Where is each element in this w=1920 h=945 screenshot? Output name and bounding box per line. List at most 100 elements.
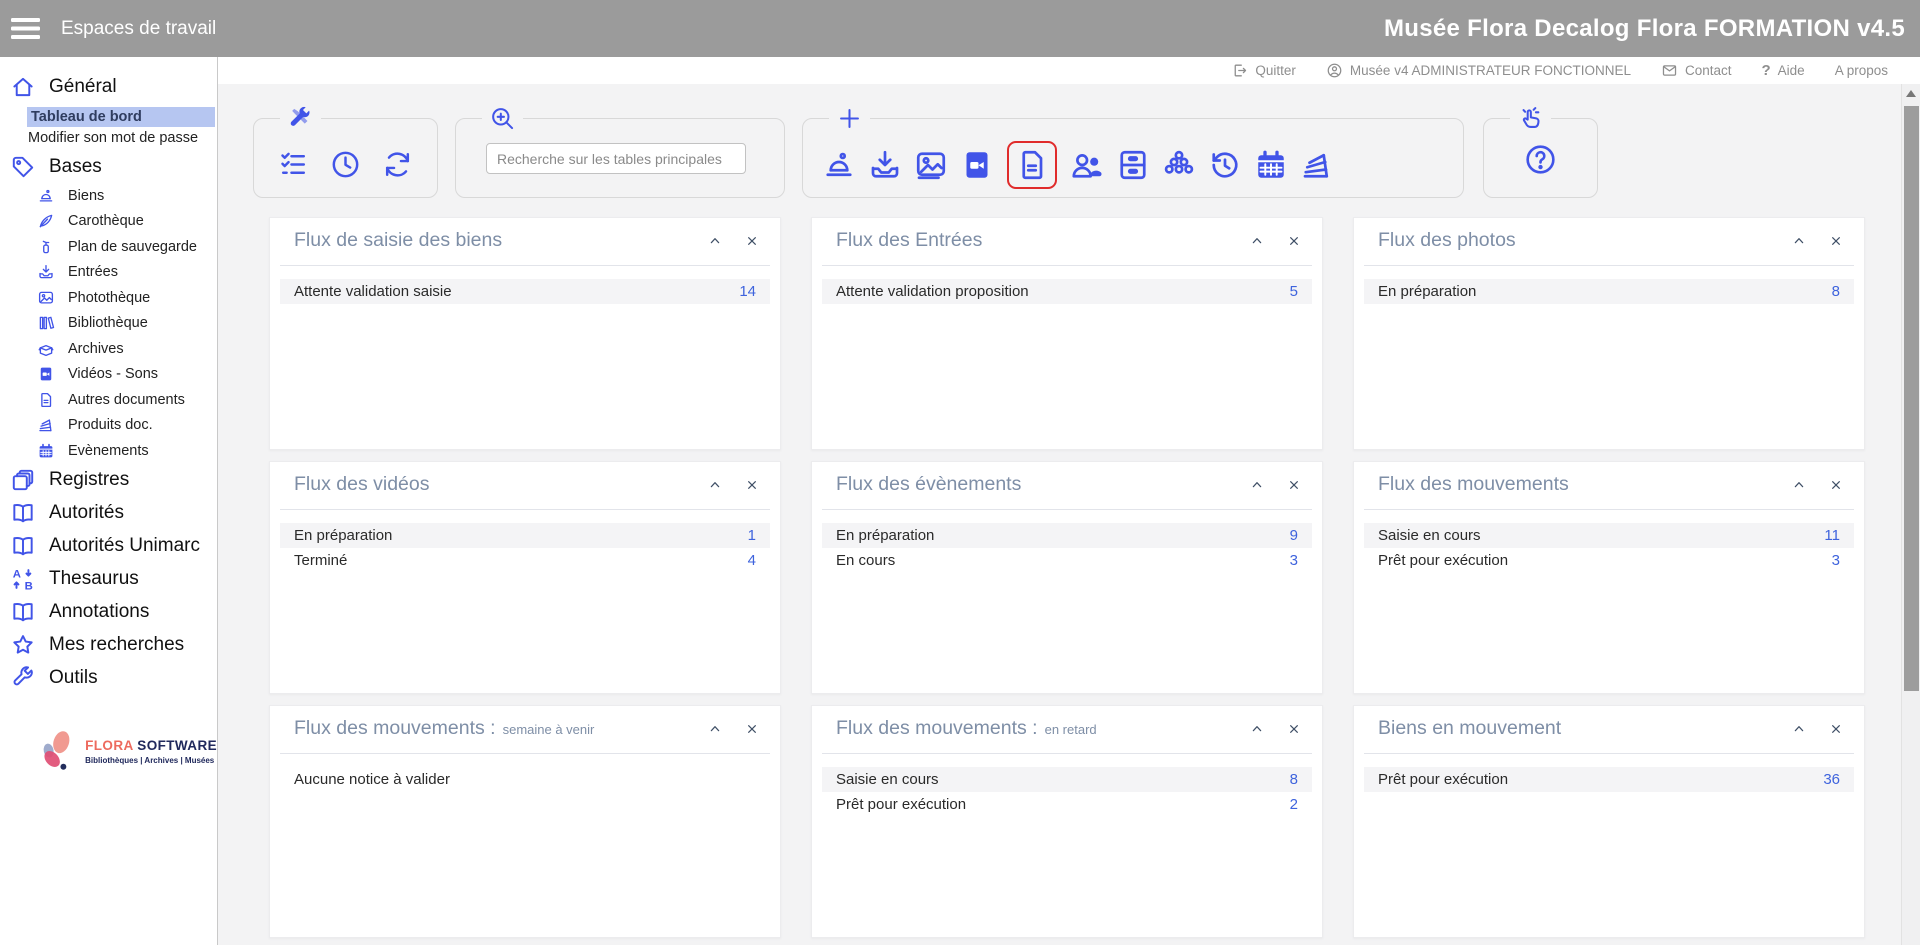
refresh-icon[interactable] (381, 148, 414, 181)
card-row[interactable]: Terminé 4 (280, 548, 770, 573)
clock-icon[interactable] (329, 148, 362, 181)
workspace: Flux de saisie des biens Attente validat… (218, 84, 1901, 945)
card-row[interactable]: Prêt pour exécution 36 (1364, 767, 1854, 792)
help-circle-icon[interactable] (1523, 142, 1558, 177)
sidebar-section-mes-recherches[interactable]: Mes recherches (0, 629, 217, 662)
close-icon[interactable] (744, 233, 760, 249)
card-row[interactable]: Saisie en cours 8 (822, 767, 1312, 792)
contact-link[interactable]: Contact (1661, 62, 1732, 79)
top-bar: Espaces de travail Musée Flora Decalog F… (0, 0, 1920, 57)
help-link[interactable]: ? Aide (1762, 62, 1805, 79)
toolbar-group-create (802, 118, 1464, 198)
checklist-icon[interactable] (277, 148, 310, 181)
card-row[interactable]: En cours 3 (822, 548, 1312, 573)
card-row[interactable]: En préparation 9 (822, 523, 1312, 548)
card-flux-mouvements: Flux des mouvements Saisie en cours 11 P… (1353, 461, 1865, 694)
scrollbar-thumb[interactable] (1904, 106, 1919, 691)
sidebar-section-bases[interactable]: Bases (0, 150, 217, 183)
new-produit-doc-icon[interactable] (1299, 147, 1335, 183)
document-icon (37, 391, 55, 409)
new-entree-icon[interactable] (867, 147, 903, 183)
card-row[interactable]: Prêt pour exécution 3 (1364, 548, 1854, 573)
scroll-up-arrow[interactable] (1906, 90, 1916, 97)
close-icon[interactable] (1286, 721, 1302, 737)
history-icon[interactable] (1207, 147, 1243, 183)
collapse-icon[interactable] (707, 477, 723, 493)
new-thesaurus-cluster-icon[interactable] (1161, 147, 1197, 183)
close-icon[interactable] (744, 477, 760, 493)
row-count[interactable]: 9 (1290, 527, 1298, 544)
sidebar-item-phototheque[interactable]: Photothèque (0, 285, 217, 311)
app-title: Musée Flora Decalog Flora FORMATION v4.5 (1384, 15, 1905, 43)
collapse-icon[interactable] (1791, 233, 1807, 249)
search-input[interactable] (486, 143, 746, 174)
row-count[interactable]: 2 (1290, 796, 1298, 813)
collapse-icon[interactable] (1249, 721, 1265, 737)
sidebar-item-evenements[interactable]: Evènements (0, 438, 217, 464)
card-row[interactable]: Prêt pour exécution 2 (822, 792, 1312, 817)
row-count[interactable]: 4 (748, 552, 756, 569)
sidebar-item-produits-doc[interactable]: Produits doc. (0, 413, 217, 439)
row-count[interactable]: 36 (1823, 771, 1840, 788)
current-user[interactable]: Musée v4 ADMINISTRATEUR FONCTIONNEL (1326, 62, 1631, 79)
flora-dashboard: { "topbar": { "menu_label": "Espaces de … (0, 0, 1920, 945)
new-bien-icon[interactable] (821, 147, 857, 183)
sidebar-section-autorites-unimarc[interactable]: Autorités Unimarc (0, 530, 217, 563)
close-icon[interactable] (1286, 477, 1302, 493)
sidebar-section-thesaurus[interactable]: AB Thesaurus (0, 563, 217, 596)
about-link[interactable]: A propos (1835, 63, 1888, 78)
sidebar-section-annotations[interactable]: Annotations (0, 596, 217, 629)
close-icon[interactable] (1286, 233, 1302, 249)
new-event-calendar-icon[interactable] (1253, 147, 1289, 183)
sidebar-item-modifier-mot-de-passe[interactable]: Modifier son mot de passe (28, 128, 217, 148)
collapse-icon[interactable] (1791, 721, 1807, 737)
collapse-icon[interactable] (707, 721, 723, 737)
row-count[interactable]: 14 (739, 283, 756, 300)
sidebar-item-carotheque[interactable]: Carothèque (0, 209, 217, 235)
card-row[interactable]: En préparation 8 (1364, 279, 1854, 304)
sidebar-item-bibliotheque[interactable]: Bibliothèque (0, 311, 217, 337)
feather-icon (37, 212, 55, 230)
sidebar-item-biens[interactable]: Biens (0, 183, 217, 209)
row-count[interactable]: 1 (748, 527, 756, 544)
quit-link[interactable]: Quitter (1231, 62, 1296, 79)
sidebar-section-general[interactable]: Général (0, 69, 217, 105)
sidebar-item-archives[interactable]: Archives (0, 336, 217, 362)
row-count[interactable]: 11 (1824, 527, 1840, 544)
new-photo-icon[interactable] (913, 147, 949, 183)
row-count[interactable]: 8 (1832, 283, 1840, 300)
new-document-icon[interactable] (1014, 147, 1050, 183)
row-count[interactable]: 8 (1290, 771, 1298, 788)
row-count[interactable]: 5 (1290, 283, 1298, 300)
sidebar-item-videos-sons[interactable]: Vidéos - Sons (0, 362, 217, 388)
sidebar-item-autres-documents[interactable]: Autres documents (0, 387, 217, 413)
hamburger-menu-icon[interactable] (11, 18, 40, 39)
card-row[interactable]: Attente validation proposition 5 (822, 279, 1312, 304)
close-icon[interactable] (1828, 721, 1844, 737)
sidebar-section-outils[interactable]: Outils (0, 662, 217, 695)
new-person-icon[interactable] (1069, 147, 1105, 183)
row-count[interactable]: 3 (1832, 552, 1840, 569)
sidebar-item-tableau-de-bord[interactable]: Tableau de bord (27, 107, 215, 127)
close-icon[interactable] (1828, 233, 1844, 249)
collapse-icon[interactable] (1249, 233, 1265, 249)
row-count[interactable]: 3 (1290, 552, 1298, 569)
close-icon[interactable] (744, 721, 760, 737)
close-icon[interactable] (1828, 477, 1844, 493)
sidebar-item-entrees[interactable]: Entrées (0, 260, 217, 286)
card-flux-videos: Flux des vidéos En préparation 1 Terminé… (269, 461, 781, 694)
sidebar-item-plan-de-sauvegarde[interactable]: Plan de sauvegarde (0, 234, 217, 260)
new-archive-drawer-icon[interactable] (1115, 147, 1151, 183)
tools-icon (280, 105, 321, 132)
vertical-scrollbar[interactable] (1901, 84, 1920, 945)
new-video-icon[interactable] (959, 147, 995, 183)
brand-tagline: Bibliothèques | Archives | Musées (85, 756, 217, 765)
collapse-icon[interactable] (707, 233, 723, 249)
sidebar-section-registres[interactable]: Registres (0, 464, 217, 497)
card-row[interactable]: En préparation 1 (280, 523, 770, 548)
sidebar-section-autorites[interactable]: Autorités (0, 497, 217, 530)
collapse-icon[interactable] (1249, 477, 1265, 493)
card-row[interactable]: Saisie en cours 11 (1364, 523, 1854, 548)
card-row[interactable]: Attente validation saisie 14 (280, 279, 770, 304)
collapse-icon[interactable] (1791, 477, 1807, 493)
